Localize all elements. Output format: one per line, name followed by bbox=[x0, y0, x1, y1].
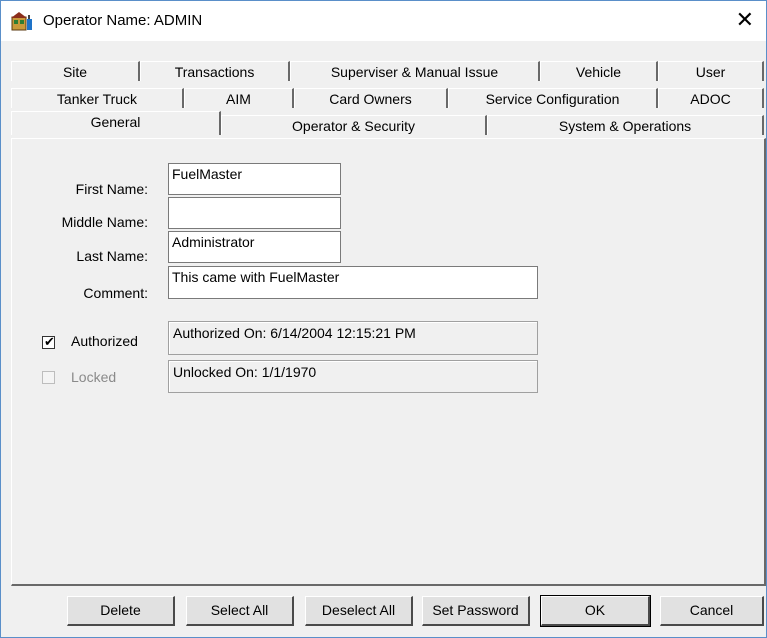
tab-aim[interactable]: AIM bbox=[184, 88, 294, 108]
comment-field[interactable]: This came with FuelMaster bbox=[168, 266, 538, 299]
cancel-button[interactable]: Cancel bbox=[660, 596, 764, 626]
tab-card-owners[interactable]: Card Owners bbox=[294, 88, 448, 108]
tab-system-operations[interactable]: System & Operations bbox=[487, 115, 764, 135]
first-name-field[interactable]: FuelMaster bbox=[168, 163, 341, 195]
window-title: Operator Name: ADMIN bbox=[43, 12, 203, 29]
first-name-label: First Name: bbox=[75, 181, 148, 197]
tab-superviser-manual-issue[interactable]: Superviser & Manual Issue bbox=[290, 61, 540, 81]
tab-service-configuration[interactable]: Service Configuration bbox=[448, 88, 658, 108]
locked-label: Locked bbox=[71, 369, 117, 385]
checkmark-icon: ✔ bbox=[44, 334, 55, 349]
tab-vehicle[interactable]: Vehicle bbox=[540, 61, 658, 81]
last-name-field[interactable]: Administrator bbox=[168, 231, 341, 263]
delete-button[interactable]: Delete bbox=[67, 596, 175, 626]
deselect-all-button[interactable]: Deselect All bbox=[305, 596, 413, 626]
app-icon bbox=[11, 12, 32, 31]
select-all-button[interactable]: Select All bbox=[186, 596, 294, 626]
tab-tanker-truck[interactable]: Tanker Truck bbox=[11, 88, 184, 108]
tab-operator-security[interactable]: Operator & Security bbox=[221, 115, 487, 135]
close-button[interactable]: ✕ bbox=[736, 7, 754, 33]
tab-adoc[interactable]: ADOC bbox=[658, 88, 764, 108]
unlocked-on-field: Unlocked On: 1/1/1970 bbox=[168, 360, 538, 393]
authorized-on-field: Authorized On: 6/14/2004 12:15:21 PM bbox=[168, 321, 538, 355]
ok-button[interactable]: OK bbox=[540, 595, 651, 627]
comment-label: Comment: bbox=[83, 285, 148, 301]
last-name-label: Last Name: bbox=[76, 248, 148, 264]
set-password-button[interactable]: Set Password bbox=[422, 596, 530, 626]
middle-name-field[interactable] bbox=[168, 197, 341, 229]
authorized-checkbox[interactable]: ✔ bbox=[42, 334, 55, 349]
tab-site[interactable]: Site bbox=[11, 61, 140, 81]
authorized-label: Authorized bbox=[71, 333, 138, 349]
title-bar: Operator Name: ADMIN ✕ bbox=[1, 1, 766, 41]
locked-checkbox[interactable] bbox=[42, 371, 55, 384]
tab-user[interactable]: User bbox=[658, 61, 764, 81]
tab-general[interactable]: General bbox=[11, 111, 221, 135]
tab-transactions[interactable]: Transactions bbox=[140, 61, 290, 81]
dialog-window: Operator Name: ADMIN ✕ Site Transactions… bbox=[0, 0, 767, 638]
middle-name-label: Middle Name: bbox=[61, 214, 148, 230]
